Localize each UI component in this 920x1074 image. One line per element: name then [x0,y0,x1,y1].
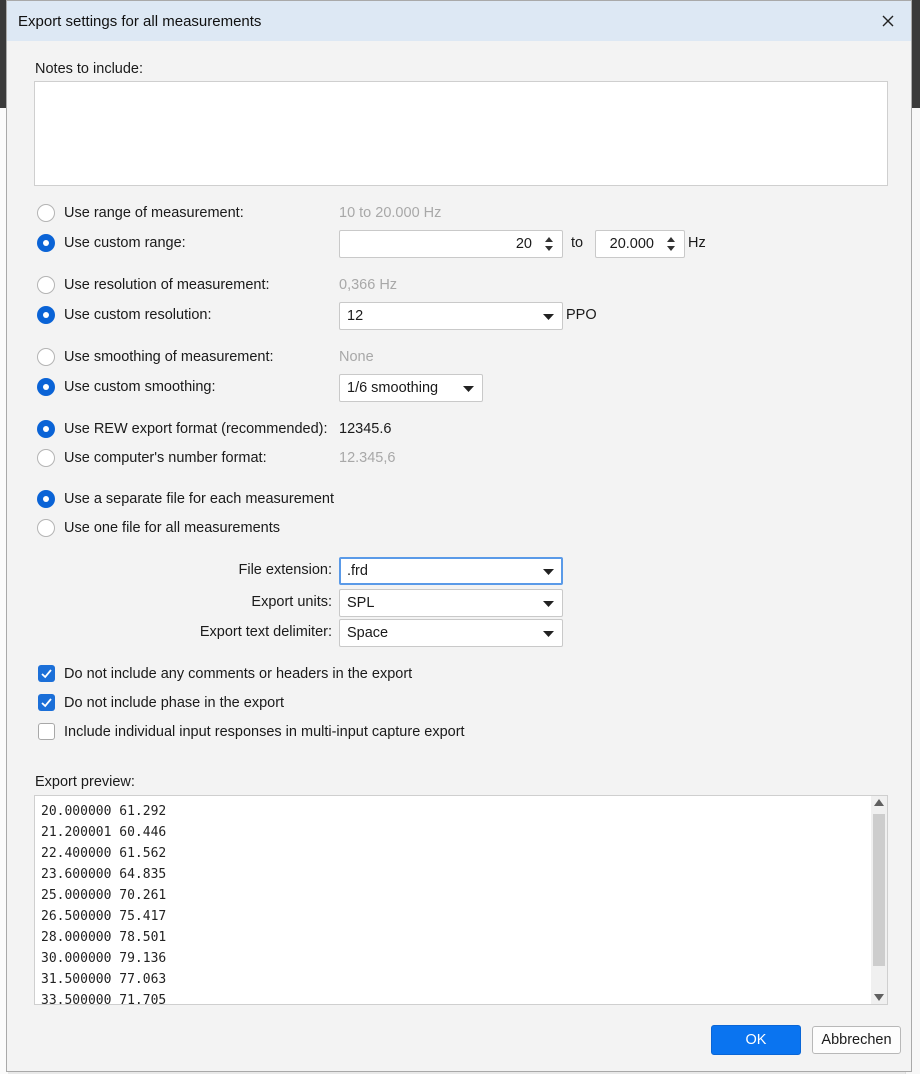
smoothing-custom-radio[interactable] [37,378,55,396]
export-preview-box[interactable]: 20.000000 61.292 21.200001 60.446 22.40000… [34,795,888,1005]
export-preview-lines: 20.000000 61.292 21.200001 60.446 22.40000… [41,801,167,1005]
close-button[interactable] [871,5,905,37]
chevron-down-icon [543,314,554,320]
number-format-rew-radio[interactable] [37,420,55,438]
resolution-custom-label: Use custom resolution: [64,307,212,323]
preview-line: 31.500000 77.063 [41,972,167,987]
resolution-dropdown-value: 12 [347,308,364,324]
resolution-custom-radio[interactable] [37,306,55,324]
file-mode-separate-label: Use a separate file for each measurement [64,491,334,507]
file-extension-label: File extension: [238,562,333,578]
no-phase-label: Do not include phase in the export [64,695,285,711]
delimiter-dropdown[interactable]: Space [339,619,563,647]
range-to-spin-buttons[interactable] [658,231,684,257]
no-comments-checkbox[interactable] [38,665,55,682]
export-settings-dialog: Export settings for all measurements Not… [6,0,912,1072]
preview-line: 20.000000 61.292 [41,804,167,819]
range-to-label: to [571,235,584,251]
preview-line: 30.000000 79.136 [41,951,167,966]
dialog-titlebar: Export settings for all measurements [7,1,911,41]
range-custom-label: Use custom range: [64,235,186,251]
file-mode-single-radio[interactable] [37,519,55,537]
close-icon [882,15,894,27]
ok-button[interactable]: OK [711,1025,801,1055]
resolution-dropdown[interactable]: 12 [339,302,563,330]
export-units-value: SPL [347,595,375,611]
preview-scroll-thumb[interactable] [873,814,885,966]
range-from-value: 20 [515,236,532,252]
preview-scrollbar[interactable] [871,796,887,1004]
resolution-unit-label: PPO [566,307,597,323]
resolution-measurement-value: 0,366 Hz [339,277,398,293]
chevron-down-icon [543,569,554,575]
no-phase-checkbox[interactable] [38,694,55,711]
file-extension-dropdown[interactable]: .frd [339,557,563,585]
number-format-rew-label: Use REW export format (recommended): [64,421,328,437]
preview-line: 33.500000 71.705 [41,993,167,1005]
checkmark-icon [41,669,52,679]
file-extension-value: .frd [347,563,368,579]
export-units-label: Export units: [251,594,332,610]
chevron-down-icon [543,631,554,637]
cancel-button[interactable]: Abbrechen [812,1026,901,1054]
range-measurement-value: 10 to 20.000 Hz [339,205,442,221]
individual-responses-label: Include individual input responses in mu… [64,724,465,740]
preview-line: 26.500000 75.417 [41,909,167,924]
smoothing-measurement-radio[interactable] [37,348,55,366]
chevron-down-icon [543,601,554,607]
checkmark-icon [41,698,52,708]
range-custom-radio[interactable] [37,234,55,252]
smoothing-custom-label: Use custom smoothing: [64,379,216,395]
smoothing-measurement-value: None [339,349,374,365]
preview-line: 22.400000 61.562 [41,846,167,861]
scroll-up-icon[interactable] [874,799,884,806]
range-unit-label: Hz [688,235,706,251]
number-format-rew-example: 12345.6 [339,421,392,437]
export-units-dropdown[interactable]: SPL [339,589,563,617]
range-measurement-label: Use range of measurement: [64,205,244,221]
export-preview-label: Export preview: [35,774,135,790]
smoothing-dropdown[interactable]: 1/6 smoothing [339,374,483,402]
delimiter-label: Export text delimiter: [199,624,332,640]
resolution-measurement-radio[interactable] [37,276,55,294]
preview-line: 25.000000 70.261 [41,888,167,903]
dialog-title: Export settings for all measurements [18,13,262,30]
no-comments-label: Do not include any comments or headers i… [64,666,413,682]
number-format-computer-radio[interactable] [37,449,55,467]
range-to-value: 20.000 [609,236,654,252]
preview-line: 28.000000 78.501 [41,930,167,945]
spin-updown-icon [667,237,675,251]
smoothing-measurement-label: Use smoothing of measurement: [64,349,274,365]
spin-updown-icon [545,237,553,251]
preview-line: 21.200001 60.446 [41,825,167,840]
smoothing-dropdown-value: 1/6 smoothing [347,380,439,396]
scroll-down-icon[interactable] [874,994,884,1001]
number-format-computer-example: 12.345,6 [339,450,396,466]
preview-line: 23.600000 64.835 [41,867,167,882]
number-format-computer-label: Use computer's number format: [64,450,267,466]
range-from-spinner[interactable]: 20 [339,230,563,258]
range-from-spin-buttons[interactable] [536,231,562,257]
chevron-down-icon [463,386,474,392]
file-mode-single-label: Use one file for all measurements [64,520,280,536]
range-measurement-radio[interactable] [37,204,55,222]
notes-textarea[interactable] [34,81,888,186]
delimiter-value: Space [347,625,389,641]
range-to-spinner[interactable]: 20.000 [595,230,685,258]
individual-responses-checkbox[interactable] [38,723,55,740]
file-mode-separate-radio[interactable] [37,490,55,508]
resolution-measurement-label: Use resolution of measurement: [64,277,270,293]
notes-label: Notes to include: [35,61,144,77]
